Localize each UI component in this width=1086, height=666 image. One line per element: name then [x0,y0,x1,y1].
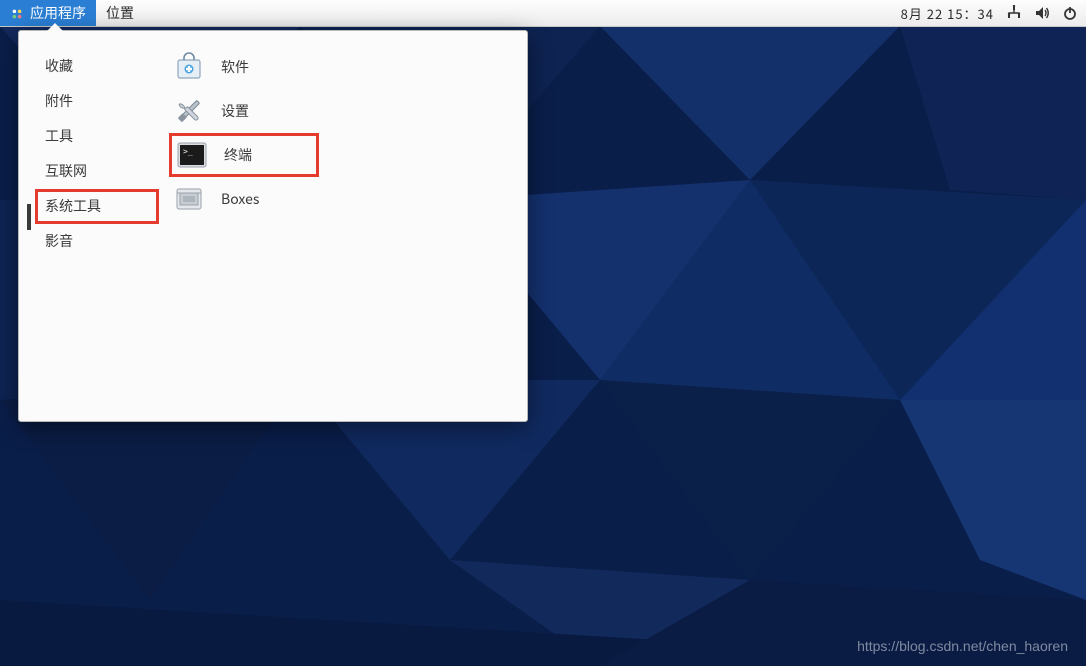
places-menu-label: 位置 [106,3,134,23]
shopping-bag-icon [173,51,205,83]
app-settings-label: 设置 [221,101,249,121]
desktop-screen: 应用程序 位置 8月 22 15：34 收藏 附件 工具 [0,0,1086,666]
app-terminal-label: 终端 [224,145,252,165]
category-accessories[interactable]: 附件 [19,84,169,119]
network-icon[interactable] [1006,5,1022,21]
panel-spacer [144,0,901,26]
app-boxes-label: Boxes [221,189,259,209]
distro-logo-icon [10,6,24,20]
panel-left-group: 应用程序 位置 [0,0,144,26]
category-internet[interactable]: 互联网 [19,154,169,189]
volume-icon[interactable] [1034,5,1050,21]
menu-app-list: 软件 设置 >_ 终端 Boxes [169,31,527,421]
menu-category-list: 收藏 附件 工具 互联网 系统工具 影音 [19,31,169,421]
app-settings[interactable]: 设置 [169,89,527,133]
category-favorites[interactable]: 收藏 [19,49,169,84]
svg-text:>_: >_ [183,147,193,156]
terminal-icon: >_ [176,139,208,171]
applications-dropdown: 收藏 附件 工具 互联网 系统工具 影音 软件 设置 > [18,30,528,422]
applications-menu-label: 应用程序 [30,3,86,23]
category-active-indicator [27,204,31,230]
power-icon[interactable] [1062,5,1078,21]
boxes-icon [173,183,205,215]
top-panel: 应用程序 位置 8月 22 15：34 [0,0,1086,27]
category-multimedia[interactable]: 影音 [19,224,169,259]
category-system-tools[interactable]: 系统工具 [35,189,159,224]
watermark-text: https://blog.csdn.net/chen_haoren [857,638,1068,654]
category-tools[interactable]: 工具 [19,119,169,154]
panel-right-group: 8月 22 15：34 [901,0,1086,26]
wrench-screwdriver-icon [173,95,205,127]
places-menu-button[interactable]: 位置 [96,0,144,26]
app-boxes[interactable]: Boxes [169,177,527,221]
app-terminal[interactable]: >_ 终端 [169,133,319,177]
panel-clock[interactable]: 8月 22 15：34 [901,4,994,23]
app-software[interactable]: 软件 [169,45,527,89]
app-software-label: 软件 [221,57,249,77]
